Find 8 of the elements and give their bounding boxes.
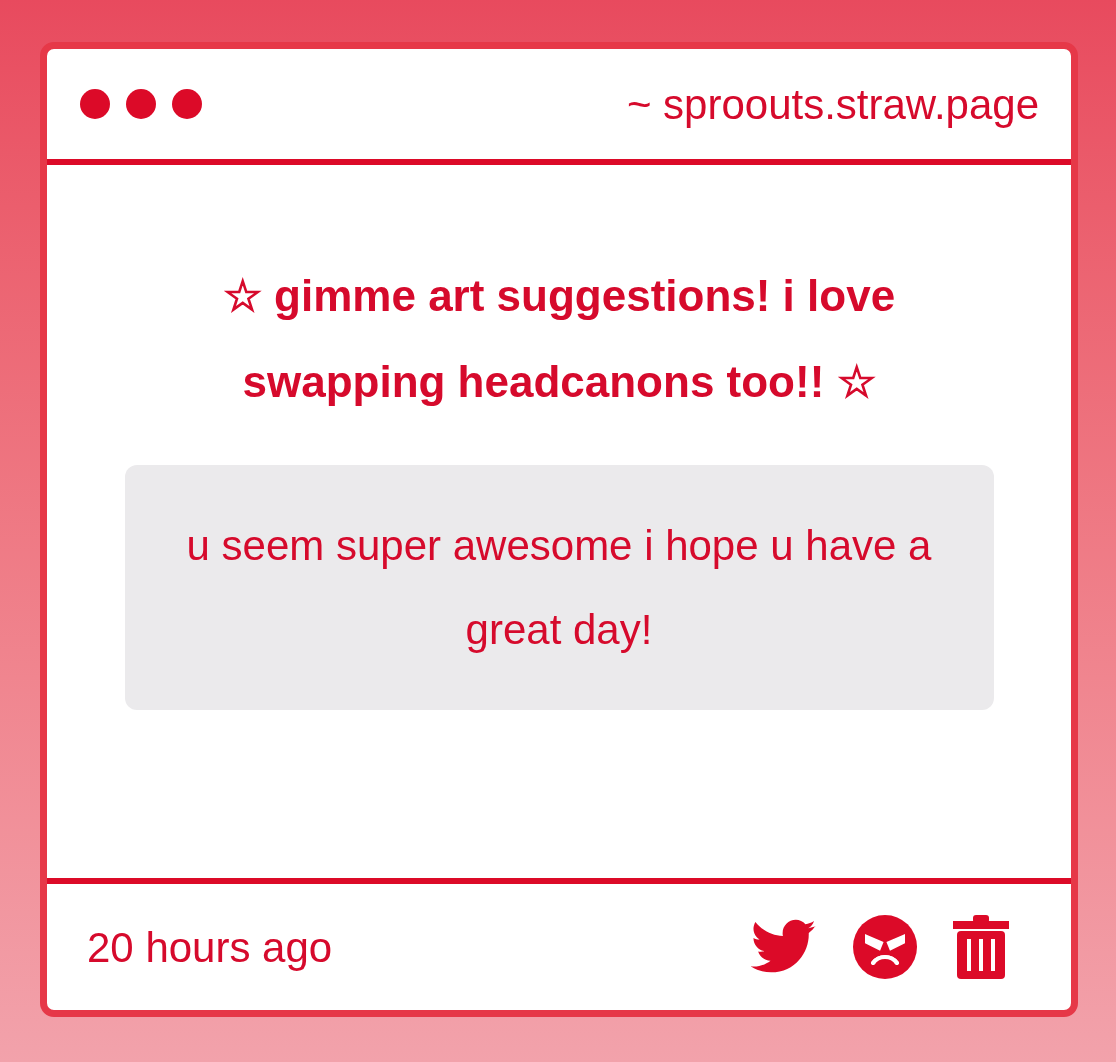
window-dots-icon <box>79 88 203 120</box>
angry-face-icon[interactable] <box>853 915 917 979</box>
timestamp: 20 hours ago <box>87 922 333 973</box>
prompt-title: ☆ gimme art suggestions! i love swapping headcanons too!! ☆ <box>221 270 897 408</box>
twitter-bird-icon[interactable] <box>751 919 817 975</box>
trash-icon[interactable] <box>953 915 1009 979</box>
message-text: u seem super awesome i hope u have a great day! <box>185 520 933 655</box>
address-text: ~ sproouts.straw.page <box>626 79 1039 130</box>
